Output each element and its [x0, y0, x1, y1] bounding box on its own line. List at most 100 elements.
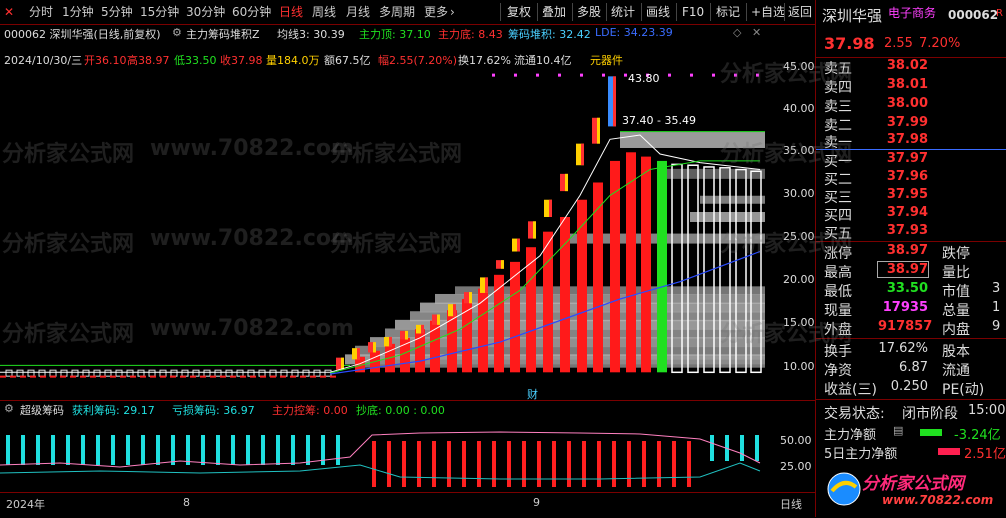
time-aug: 8: [183, 496, 190, 509]
tab-monthly[interactable]: 月线: [346, 4, 370, 20]
cyan-bar: [156, 435, 160, 465]
dot-marker: [602, 73, 605, 77]
ask-row-4[interactable]: 卖四 38.01: [816, 77, 1006, 96]
bid-row-5[interactable]: 买五 37.93: [816, 223, 1006, 242]
small-candle: [159, 369, 167, 377]
kline-chart[interactable]: [0, 42, 815, 400]
back-button[interactable]: 返回: [788, 3, 812, 21]
y-tick: 40.00: [783, 102, 815, 115]
stat-value: 1: [992, 300, 1001, 315]
bid-row-2[interactable]: 买二 37.96: [816, 169, 1006, 188]
small-candle: [192, 369, 200, 377]
bid-price: 37.95: [886, 187, 928, 202]
bid-row-1[interactable]: 买一 37.97: [816, 151, 1006, 170]
small-candle: [93, 369, 101, 377]
multi-stock-button[interactable]: 多股: [577, 3, 601, 21]
cyan-bar: [261, 435, 265, 465]
gear-icon[interactable]: ⚙: [4, 402, 14, 415]
bid-row-4[interactable]: 买四 37.94: [816, 205, 1006, 224]
tab-30min[interactable]: 30分钟: [186, 4, 225, 20]
tab-daily[interactable]: 日线: [279, 4, 303, 20]
f10-button[interactable]: F10: [682, 3, 704, 21]
kline-svg: [0, 73, 765, 378]
net-5d-bar: [938, 448, 960, 455]
loss-chips: 亏损筹码: 36.97: [172, 404, 255, 417]
tab-multi-period[interactable]: 多周期: [379, 4, 415, 20]
trade-time: 15:00: [968, 403, 1006, 418]
indicator-info-line: 000062 深圳华强(日线,前复权) ⚙ 主力筹码堆积Z 均线3: 30.39…: [0, 24, 815, 42]
cyan-bar: [291, 435, 295, 465]
stat-value: 3: [992, 281, 1001, 296]
tab-1min[interactable]: 1分钟: [62, 4, 94, 20]
ask-row-5[interactable]: 卖五 38.02: [816, 58, 1006, 77]
chevron-right-icon[interactable]: ›: [450, 4, 455, 20]
y-tick: 10.00: [783, 360, 815, 373]
stat-label: 涨停: [824, 246, 852, 262]
ask-price: 37.99: [886, 115, 928, 130]
close-icon[interactable]: ✕: [752, 26, 761, 39]
cyan-bar: [66, 435, 70, 465]
ask-price: 38.00: [886, 96, 928, 111]
cyan-bar: [96, 435, 100, 465]
tab-60min[interactable]: 60分钟: [232, 4, 271, 20]
chip-bar: [690, 212, 765, 222]
stat-value: 0.250: [890, 379, 928, 394]
tab-5min[interactable]: 5分钟: [101, 4, 133, 20]
panel-code-suffix: R: [996, 8, 1003, 19]
gear-icon[interactable]: ⚙: [172, 26, 182, 39]
draw-line-button[interactable]: 画线: [646, 3, 670, 21]
stat-row: 最低 33.50 市值 3: [816, 281, 1006, 300]
small-candle: [291, 369, 299, 377]
diamond-icon[interactable]: ◇: [733, 26, 741, 39]
candle-stripe: [517, 238, 520, 252]
small-candle: [16, 369, 24, 377]
main-peak-value: 主力顶: 37.10: [359, 28, 431, 41]
x-icon[interactable]: ✕: [4, 4, 14, 20]
statistics-button[interactable]: 统计: [611, 3, 635, 21]
tab-more[interactable]: 更多: [424, 4, 448, 20]
ask-label: 卖五: [824, 61, 852, 77]
stat-row: 涨停 38.97 跌停: [816, 243, 1006, 262]
high-price-label: 43.80: [628, 72, 660, 85]
overlay-button[interactable]: 叠加: [542, 3, 566, 21]
indicator-name[interactable]: 主力筹码堆积Z: [186, 26, 260, 42]
sector-tag[interactable]: 元器件: [590, 52, 623, 68]
mark-button[interactable]: 标记: [716, 3, 740, 21]
globe-icon: [827, 472, 861, 506]
small-candle: [236, 369, 244, 377]
ask-label: 卖三: [824, 99, 852, 115]
time-sep: 9: [533, 496, 540, 509]
ohlc-turnover: 换17.62%: [458, 54, 511, 67]
candle-stripe: [357, 348, 360, 360]
panel-sector-tag[interactable]: 电子商务: [888, 4, 936, 21]
bid-row-3[interactable]: 买三 37.95: [816, 187, 1006, 206]
ask-row-3[interactable]: 卖三 38.00: [816, 96, 1006, 115]
ohlc-low: 低33.50: [174, 54, 217, 67]
indicator-title[interactable]: 超级筹码: [20, 402, 64, 418]
dot-marker: [492, 73, 495, 77]
restore-rights-button[interactable]: 复权: [507, 3, 531, 21]
net-5d-value: 2.51亿: [964, 447, 1006, 462]
stock-code-name: 000062 深圳华强(日线,前复权): [4, 28, 161, 41]
red-column: [430, 320, 440, 373]
add-watchlist-button[interactable]: +自选: [751, 3, 785, 21]
tab-weekly[interactable]: 周线: [312, 4, 336, 20]
red-bar: [522, 441, 526, 487]
panel-change: 2.55: [884, 36, 913, 51]
brand-name: 分析家公式网: [862, 474, 964, 494]
cyan-bar: [171, 435, 175, 465]
red-column: [641, 156, 651, 373]
tab-15min[interactable]: 15分钟: [140, 4, 179, 20]
lde-value: LDE: 34.23.39: [595, 26, 673, 39]
tab-fenshi[interactable]: 分时: [29, 4, 53, 20]
candle-stripe: [549, 199, 552, 217]
dot-marker: [756, 73, 759, 77]
chip-range-label: 37.40 - 35.49: [622, 114, 696, 127]
dot-marker: [514, 73, 517, 77]
dot-marker: [536, 73, 539, 77]
bid-label: 买四: [824, 208, 852, 224]
list-icon[interactable]: ▤: [893, 424, 903, 437]
red-bar: [582, 441, 586, 487]
stat-label: 跌停: [942, 246, 970, 262]
bottom-fish: 抄底: 0.00 : 0.00: [356, 404, 445, 417]
